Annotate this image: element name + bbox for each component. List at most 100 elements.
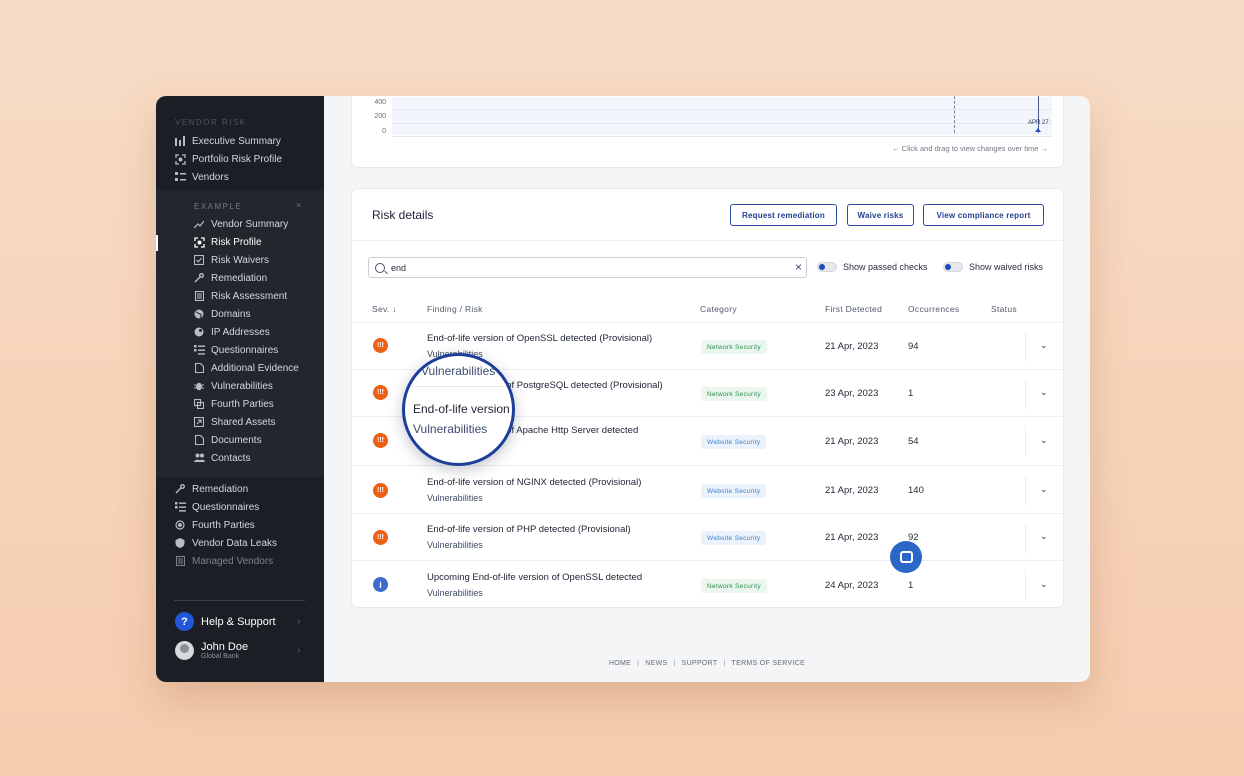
column-header-finding[interactable]: Finding / Risk	[427, 304, 483, 314]
search-icon	[375, 262, 385, 273]
sidebar-item-shared-assets[interactable]: Shared Assets	[193, 414, 275, 430]
footer-links: HOME | NEWS | SUPPORT | TERMS OF SERVICE	[324, 660, 1090, 667]
sidebar-item-label: Risk Waivers	[211, 254, 269, 266]
sidebar-item-domains[interactable]: Domains	[193, 306, 250, 322]
chevron-down-icon[interactable]: ⌄	[1040, 387, 1048, 398]
sidebar-item-label: Fourth Parties	[192, 519, 255, 531]
sidebar-item-label: Fourth Parties	[211, 398, 274, 410]
toggle-label: Show waived risks	[969, 262, 1044, 272]
table-row[interactable]: i Upcoming End-of-life version of OpenSS…	[352, 560, 1065, 608]
search-box[interactable]: ×	[368, 257, 807, 278]
file-icon	[193, 362, 205, 374]
close-icon[interactable]: ×	[296, 200, 301, 210]
severity-high-icon: !!!	[373, 385, 388, 400]
sidebar-item-vulnerabilities[interactable]: Vulnerabilities	[193, 378, 273, 394]
sidebar-item-portfolio-risk-profile[interactable]: Portfolio Risk Profile	[174, 151, 282, 167]
chevron-down-icon[interactable]: ⌄	[1040, 435, 1048, 446]
chevron-down-icon[interactable]: ⌄	[1040, 531, 1048, 542]
sidebar-item-remediation-global[interactable]: Remediation	[174, 481, 248, 497]
sidebar-item-label: IP Addresses	[211, 326, 270, 338]
first-detected-date: 21 Apr, 2023	[825, 485, 879, 496]
column-header-occurrences[interactable]: Occurrences	[908, 304, 959, 314]
zoom-magnifier: Vulnerabilities End-of-life version Vuln…	[402, 353, 515, 466]
row-divider	[1025, 426, 1026, 456]
chevron-down-icon[interactable]: ⌄	[1040, 340, 1048, 351]
sidebar-item-managed-vendors[interactable]: Managed Vendors	[174, 553, 273, 569]
chevron-down-icon[interactable]: ⌄	[1040, 579, 1048, 590]
column-header-first-detected[interactable]: First Detected	[825, 304, 882, 314]
help-support-button[interactable]: ? Help & Support	[175, 612, 276, 631]
column-header-category[interactable]: Category	[700, 304, 737, 314]
wrench-icon	[174, 483, 186, 495]
sidebar-item-label: Vendor Summary	[211, 218, 289, 230]
sidebar-item-questionnaires-global[interactable]: Questionnaires	[174, 499, 259, 515]
finding-title: Upcoming End-of-life version of OpenSSL …	[427, 572, 643, 583]
chevron-down-icon[interactable]: ⌄	[1040, 484, 1048, 495]
footer-link-terms[interactable]: TERMS OF SERVICE	[732, 660, 806, 667]
sidebar-item-executive-summary[interactable]: Executive Summary	[174, 133, 281, 149]
view-compliance-report-button[interactable]: View compliance report	[923, 204, 1044, 226]
sidebar-item-fourth-parties-global[interactable]: Fourth Parties	[174, 517, 255, 533]
chart-marker-label: APR 27	[1028, 120, 1049, 126]
sidebar-item-risk-assessment[interactable]: Risk Assessment	[193, 288, 287, 304]
finding-title: End-of-life version of OpenSSL detected …	[427, 333, 653, 344]
toggle-switch[interactable]	[817, 262, 837, 272]
globe-icon	[193, 308, 205, 320]
chart-marker-dashed	[954, 96, 955, 133]
file-icon	[193, 434, 205, 446]
user-name: John Doe	[201, 640, 249, 653]
column-header-severity[interactable]: Sev. ↓	[372, 304, 397, 314]
clear-search-icon[interactable]: ×	[795, 261, 802, 273]
sidebar-item-label: Questionnaires	[192, 501, 260, 513]
sidebar-item-questionnaires[interactable]: Questionnaires	[193, 342, 278, 358]
share-icon	[193, 416, 205, 428]
sidebar-item-documents[interactable]: Documents	[193, 432, 262, 448]
card-divider	[352, 240, 1065, 241]
footer-link-home[interactable]: HOME	[609, 660, 631, 667]
sidebar-item-vendors[interactable]: Vendors	[174, 169, 229, 185]
document-icon	[193, 290, 205, 302]
sidebar-item-ip-addresses[interactable]: IP Addresses	[193, 324, 270, 340]
trend-icon	[193, 218, 205, 230]
sidebar-item-contacts[interactable]: Contacts	[193, 450, 250, 466]
severity-high-icon: !!!	[373, 433, 388, 448]
toggle-switch[interactable]	[943, 262, 963, 272]
wrench-icon	[193, 272, 205, 284]
show-waived-risks-toggle[interactable]: Show waived risks	[943, 262, 1043, 272]
finding-title: End-of-life version of PHP detected (Pro…	[427, 524, 631, 535]
sidebar-item-additional-evidence[interactable]: Additional Evidence	[193, 360, 299, 376]
category-badge: Network Security	[701, 340, 767, 354]
waive-risks-button[interactable]: Waive risks	[847, 204, 914, 226]
column-header-status[interactable]: Status	[991, 304, 1017, 314]
table-row[interactable]: !!! End-of-life version of NGINX detecte…	[352, 465, 1065, 513]
show-passed-checks-toggle[interactable]: Show passed checks	[817, 262, 928, 272]
sidebar-item-fourth-parties[interactable]: Fourth Parties	[193, 396, 274, 412]
sidebar-item-label: Managed Vendors	[192, 555, 274, 567]
search-input[interactable]	[391, 262, 781, 273]
sidebar-item-risk-profile[interactable]: Risk Profile	[193, 234, 262, 250]
sidebar-item-label: Shared Assets	[211, 416, 276, 428]
footer-link-news[interactable]: NEWS	[645, 660, 667, 667]
user-profile[interactable]: John Doe Global Bank	[175, 641, 248, 660]
table-row[interactable]: !!! End-of-life version of PHP detected …	[352, 513, 1065, 561]
checklist-icon	[193, 344, 205, 356]
category-badge: Website Security	[701, 531, 767, 545]
magnified-text: Vulnerabilities	[413, 422, 488, 436]
request-remediation-button[interactable]: Request remediation	[730, 204, 837, 226]
first-detected-date: 24 Apr, 2023	[825, 580, 879, 591]
sidebar-item-risk-waivers[interactable]: Risk Waivers	[193, 252, 269, 268]
risk-chart-card[interactable]: 400 200 0 APR 27 ← Click and drag to vie…	[351, 96, 1064, 168]
occurrences-count: 1	[908, 580, 914, 591]
footer-link-support[interactable]: SUPPORT	[682, 660, 718, 667]
sidebar-item-remediation[interactable]: Remediation	[193, 270, 267, 286]
sidebar-item-vendor-summary[interactable]: Vendor Summary	[193, 216, 288, 232]
scan-icon	[174, 153, 186, 165]
severity-high-icon: !!!	[373, 530, 388, 545]
severity-info-icon: i	[373, 577, 388, 592]
sidebar: VENDOR RISK Executive Summary Portfolio …	[156, 96, 324, 682]
marker-triangle-icon[interactable]	[1035, 128, 1041, 132]
chart-plot-area[interactable]	[392, 97, 1052, 135]
chat-launcher-button[interactable]	[890, 541, 922, 573]
row-divider	[1025, 523, 1026, 553]
sidebar-item-vendor-data-leaks[interactable]: Vendor Data Leaks	[174, 535, 277, 551]
